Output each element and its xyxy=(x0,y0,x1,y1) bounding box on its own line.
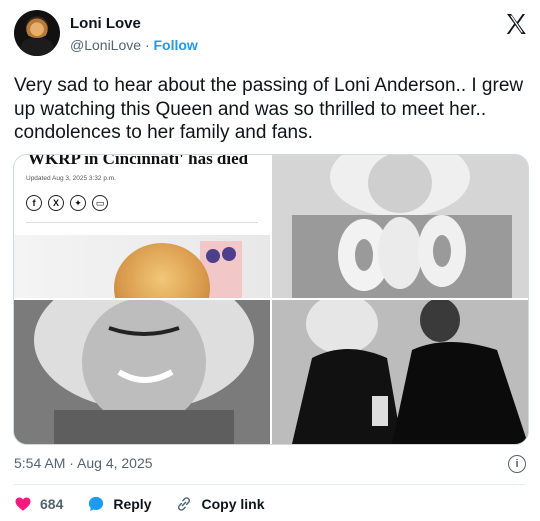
tweet-text: Very sad to hear about the passing of Lo… xyxy=(14,75,524,143)
facebook-icon: f xyxy=(26,195,42,211)
reply-label: Reply xyxy=(113,496,152,512)
divider xyxy=(14,484,526,485)
handle-row: @LoniLove · Follow xyxy=(70,37,198,53)
article-divider xyxy=(26,222,258,223)
article-headline: WKRP in Cincinnati' has died xyxy=(28,155,249,168)
article-share-row: f X ✦ ▭ xyxy=(26,195,108,211)
media-grid[interactable]: WKRP in Cincinnati' has died Updated Aug… xyxy=(13,154,529,445)
reply-button[interactable]: Reply xyxy=(87,495,151,513)
media-tile-article-screenshot[interactable]: WKRP in Cincinnati' has died Updated Aug… xyxy=(14,155,270,298)
media-tile-photo-pillows[interactable] xyxy=(272,155,528,298)
email-icon: ▭ xyxy=(92,195,108,211)
follow-button[interactable]: Follow xyxy=(154,37,198,53)
x-icon: X xyxy=(48,195,64,211)
info-icon[interactable]: i xyxy=(508,455,526,473)
link-icon xyxy=(175,495,193,513)
article-updated: Updated Aug 3, 2025 3:32 p.m. xyxy=(26,175,116,182)
photo-meeting xyxy=(272,300,528,444)
tweet-header: Loni Love @LoniLove · Follow xyxy=(14,10,530,58)
x-logo-icon[interactable] xyxy=(504,12,528,36)
photo-pillows xyxy=(272,155,528,298)
like-button[interactable]: 684 xyxy=(14,495,63,513)
avatar[interactable] xyxy=(14,10,60,56)
action-bar: 684 Reply Copy link xyxy=(14,495,289,513)
media-tile-photo-meeting[interactable] xyxy=(272,300,528,444)
like-count: 684 xyxy=(40,496,64,512)
photo-portrait xyxy=(14,300,270,444)
bluesky-icon: ✦ xyxy=(70,195,86,211)
copy-link-button[interactable]: Copy link xyxy=(175,495,265,513)
author-name[interactable]: Loni Love xyxy=(70,15,141,32)
tweet-timestamp[interactable]: 5:54 AM · Aug 4, 2025 xyxy=(14,455,153,471)
media-tile-photo-portrait[interactable] xyxy=(14,300,270,444)
author-handle[interactable]: @LoniLove xyxy=(70,37,141,53)
separator: · xyxy=(144,37,150,53)
copy-link-label: Copy link xyxy=(201,496,265,512)
heart-icon xyxy=(14,495,32,513)
reply-icon xyxy=(87,495,105,513)
